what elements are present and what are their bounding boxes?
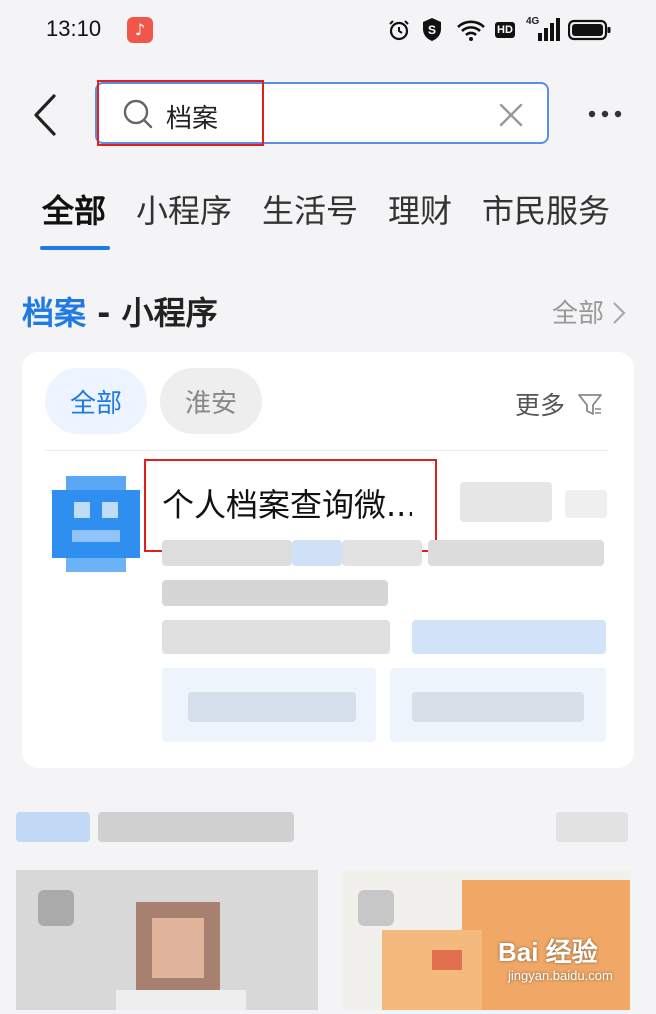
tab-all[interactable]: 全部 bbox=[42, 186, 106, 232]
blurred-section-keyword bbox=[16, 812, 90, 842]
app-logo[interactable] bbox=[52, 476, 140, 572]
hd-badge: HD bbox=[495, 22, 515, 38]
battery-icon bbox=[568, 16, 612, 44]
more-filter-button[interactable]: 更多 bbox=[515, 386, 603, 422]
blurred-text bbox=[292, 540, 342, 566]
svg-text:S: S bbox=[428, 23, 436, 37]
status-time: 13:10 bbox=[46, 16, 102, 41]
section-keyword: 档案 bbox=[22, 294, 87, 332]
blurred-text bbox=[162, 540, 292, 566]
open-button-blurred[interactable] bbox=[460, 482, 552, 522]
more-filter-label: 更多 bbox=[515, 391, 566, 420]
blurred-text bbox=[162, 620, 390, 654]
alarm-icon bbox=[386, 16, 412, 44]
back-button[interactable] bbox=[28, 92, 66, 138]
blurred-text bbox=[188, 692, 356, 722]
tab-mini-program[interactable]: 小程序 bbox=[136, 186, 232, 232]
highlight-box-search bbox=[97, 80, 264, 146]
tab-life-account[interactable]: 生活号 bbox=[262, 186, 358, 232]
watermark-brand: Bai 经验 bbox=[498, 937, 598, 967]
filter-all[interactable]: 全部 bbox=[45, 368, 147, 434]
blurred-text bbox=[162, 580, 388, 606]
blurred-block bbox=[565, 490, 607, 518]
cellular-signal-icon: 4G bbox=[526, 16, 560, 44]
section-suffix: - 小程序 bbox=[86, 294, 218, 332]
more-options-button[interactable] bbox=[585, 102, 625, 126]
highlight-box-app bbox=[144, 459, 437, 552]
wifi-icon bbox=[455, 16, 487, 44]
section-title: 档案 - 小程序 bbox=[22, 288, 218, 334]
section-all-link[interactable]: 全部 bbox=[552, 293, 626, 330]
chevron-right-icon bbox=[613, 302, 626, 324]
section-all-label: 全部 bbox=[552, 299, 605, 329]
shield-icon: S bbox=[420, 16, 444, 44]
more-icon bbox=[588, 110, 622, 118]
filter-huaian[interactable]: 淮安 bbox=[160, 368, 262, 434]
active-tab-indicator bbox=[40, 246, 110, 250]
tab-citizen-services[interactable]: 市民服务 bbox=[482, 186, 610, 232]
music-note-icon: ♪ bbox=[127, 17, 153, 43]
blurred-text bbox=[428, 540, 604, 566]
blurred-section-all bbox=[556, 812, 628, 842]
content-thumbnail[interactable] bbox=[16, 870, 318, 1010]
filter-icon bbox=[578, 394, 602, 415]
blurred-text bbox=[412, 692, 584, 722]
clear-icon bbox=[499, 103, 523, 127]
blurred-section-title bbox=[98, 812, 294, 842]
blurred-text bbox=[342, 540, 422, 566]
blurred-link[interactable] bbox=[412, 620, 606, 654]
tab-finance[interactable]: 理财 bbox=[388, 186, 452, 232]
clear-search-button[interactable] bbox=[497, 101, 525, 133]
watermark-url: jingyan.baidu.com bbox=[508, 968, 613, 983]
back-icon bbox=[34, 94, 56, 136]
card-divider bbox=[45, 450, 608, 451]
